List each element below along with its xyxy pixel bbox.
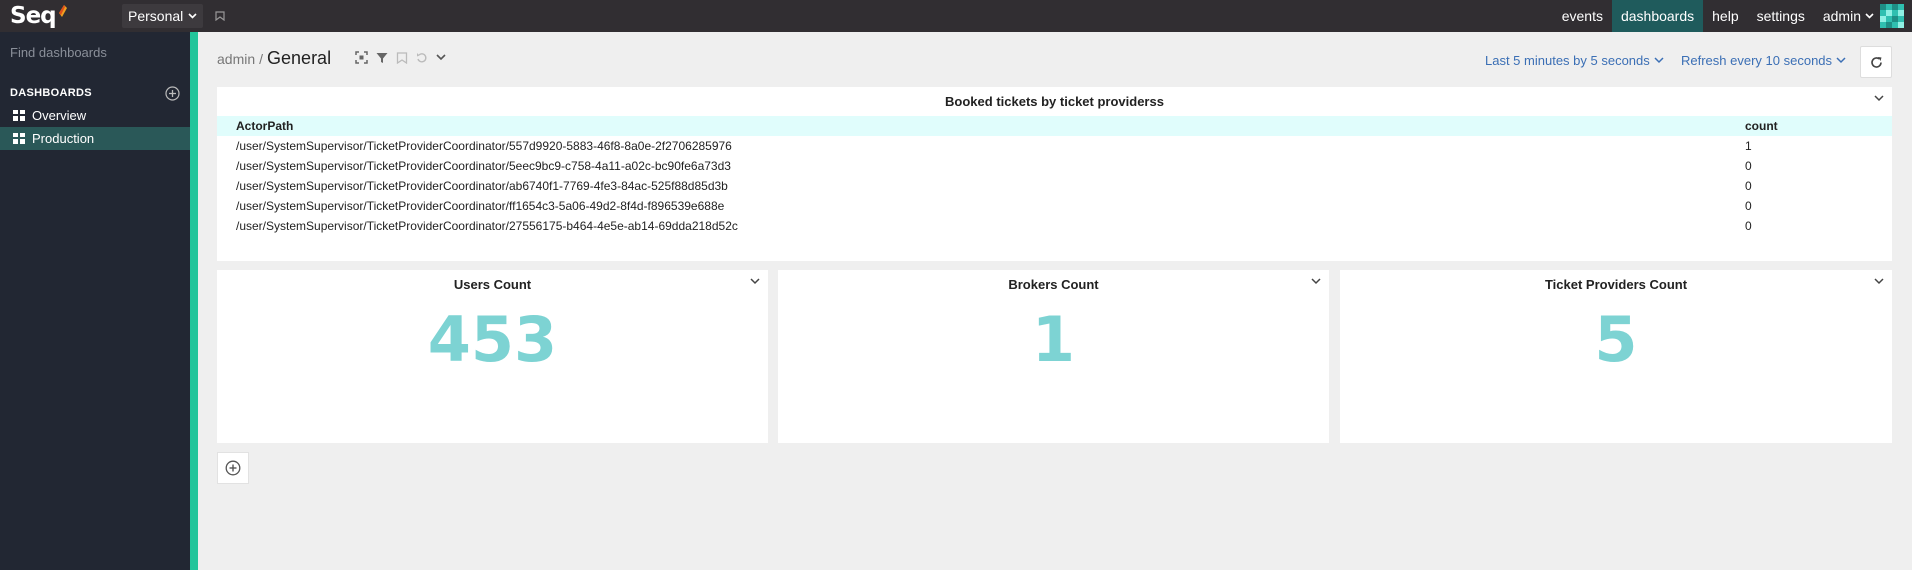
time-range-select[interactable]: Last 5 minutes by 5 seconds	[1485, 53, 1664, 68]
add-chart-button[interactable]	[217, 452, 249, 484]
table-row[interactable]: /user/SystemSupervisor/TicketProviderCoo…	[217, 136, 1892, 156]
cell-actorpath: /user/SystemSupervisor/TicketProviderCoo…	[236, 199, 725, 213]
metric-value: 5	[1594, 303, 1638, 376]
nav-events[interactable]: events	[1553, 0, 1612, 32]
time-range-label: Last 5 minutes by 5 seconds	[1485, 53, 1650, 68]
chevron-down-icon	[1654, 57, 1664, 64]
sidebar-resize-handle[interactable]	[190, 32, 198, 570]
bookmark-icon[interactable]	[215, 11, 225, 21]
cell-count: 0	[1745, 179, 1752, 193]
table-row[interactable]: /user/SystemSupervisor/TicketProviderCoo…	[217, 156, 1892, 176]
cell-actorpath: /user/SystemSupervisor/TicketProviderCoo…	[236, 179, 728, 193]
top-nav: events dashboards help settings admin	[1553, 0, 1912, 32]
dashboard-search	[0, 32, 190, 72]
refresh-interval-select[interactable]: Refresh every 10 seconds	[1681, 53, 1846, 68]
chevron-down-icon[interactable]	[436, 54, 446, 61]
table-header-row	[217, 116, 1892, 136]
chevron-down-icon	[1836, 57, 1846, 64]
search-input[interactable]	[10, 44, 186, 60]
cell-actorpath: /user/SystemSupervisor/TicketProviderCoo…	[236, 139, 732, 153]
cell-actorpath: /user/SystemSupervisor/TicketProviderCoo…	[236, 159, 731, 173]
dashboards-heading: DASHBOARDS	[10, 87, 92, 99]
column-header-count[interactable]: count	[1745, 119, 1778, 133]
metric-card-brokers: Brokers Count 1	[778, 270, 1329, 443]
undo-icon[interactable]	[416, 52, 428, 64]
table-row[interactable]: /user/SystemSupervisor/TicketProviderCoo…	[217, 196, 1892, 216]
dashboard-icon	[13, 133, 25, 144]
nav-settings[interactable]: settings	[1748, 0, 1814, 32]
table-row[interactable]: /user/SystemSupervisor/TicketProviderCoo…	[217, 216, 1892, 236]
avatar[interactable]	[1880, 4, 1904, 28]
cell-count: 0	[1745, 159, 1752, 173]
dashboard-icon	[13, 110, 25, 121]
sidebar-item-production[interactable]: Production	[0, 127, 190, 150]
sidebar-item-overview[interactable]: Overview	[0, 104, 190, 127]
breadcrumb: admin / General	[217, 48, 331, 69]
metric-title: Brokers Count	[1008, 277, 1099, 292]
cell-count: 1	[1745, 139, 1752, 153]
column-header-actorpath[interactable]: ActorPath	[236, 119, 293, 133]
refresh-interval-label: Refresh every 10 seconds	[1681, 53, 1833, 68]
cell-actorpath: /user/SystemSupervisor/TicketProviderCoo…	[236, 219, 738, 233]
metric-value: 1	[1031, 303, 1076, 376]
table-row[interactable]: /user/SystemSupervisor/TicketProviderCoo…	[217, 176, 1892, 196]
cell-count: 0	[1745, 199, 1752, 213]
table-card: Booked tickets by ticket providerss Acto…	[217, 87, 1892, 261]
sidebar: DASHBOARDS Overview Production	[0, 32, 190, 570]
page-title[interactable]: General	[267, 48, 331, 69]
workspace-select[interactable]: Personal	[122, 4, 204, 28]
add-icon	[225, 460, 241, 476]
chevron-down-icon[interactable]	[750, 278, 760, 285]
expand-icon[interactable]	[355, 51, 368, 64]
breadcrumb-owner[interactable]: admin	[217, 51, 255, 67]
toolbar-icons	[355, 51, 446, 64]
sidebar-item-label: Production	[32, 131, 95, 146]
add-dashboard-icon[interactable]	[165, 85, 180, 101]
top-bar: Seq Personal events dashboards help sett…	[0, 0, 1912, 32]
chevron-down-icon[interactable]	[1311, 278, 1321, 285]
sidebar-item-label: Overview	[32, 108, 87, 123]
bookmark-icon[interactable]	[396, 51, 408, 64]
metric-card-ticket-providers: Ticket Providers Count 5	[1340, 270, 1892, 443]
chevron-down-icon	[1865, 13, 1874, 19]
chevron-down-icon[interactable]	[1874, 278, 1884, 285]
chevron-down-icon	[188, 13, 197, 19]
logo-text: Seq	[10, 3, 57, 29]
nav-help[interactable]: help	[1703, 0, 1747, 32]
main-area: admin / General Last 5 minutes by 5 seco…	[198, 32, 1912, 570]
chevron-down-icon[interactable]	[1874, 95, 1884, 102]
user-name: admin	[1822, 8, 1861, 24]
cell-count: 0	[1745, 219, 1752, 233]
nav-dashboards[interactable]: dashboards	[1611, 0, 1704, 32]
dashboard-toolbar: admin / General Last 5 minutes by 5 seco…	[198, 32, 1912, 86]
seq-logo[interactable]: Seq	[10, 3, 122, 29]
breadcrumb-separator: /	[259, 51, 264, 67]
filter-icon[interactable]	[376, 52, 388, 64]
metric-title: Users Count	[453, 277, 532, 292]
workspace-label: Personal	[128, 8, 184, 24]
metric-card-users: Users Count 453	[217, 270, 768, 443]
metric-title: Ticket Providers Count	[1544, 277, 1688, 292]
metric-value: 453	[427, 303, 558, 376]
refresh-button[interactable]	[1860, 46, 1892, 78]
refresh-icon	[1870, 56, 1882, 68]
table-card-title: Booked tickets by ticket providerss	[945, 94, 1164, 109]
flame-icon	[58, 5, 67, 17]
user-menu[interactable]: admin	[1814, 8, 1880, 24]
dashboards-header: DASHBOARDS	[0, 82, 190, 104]
